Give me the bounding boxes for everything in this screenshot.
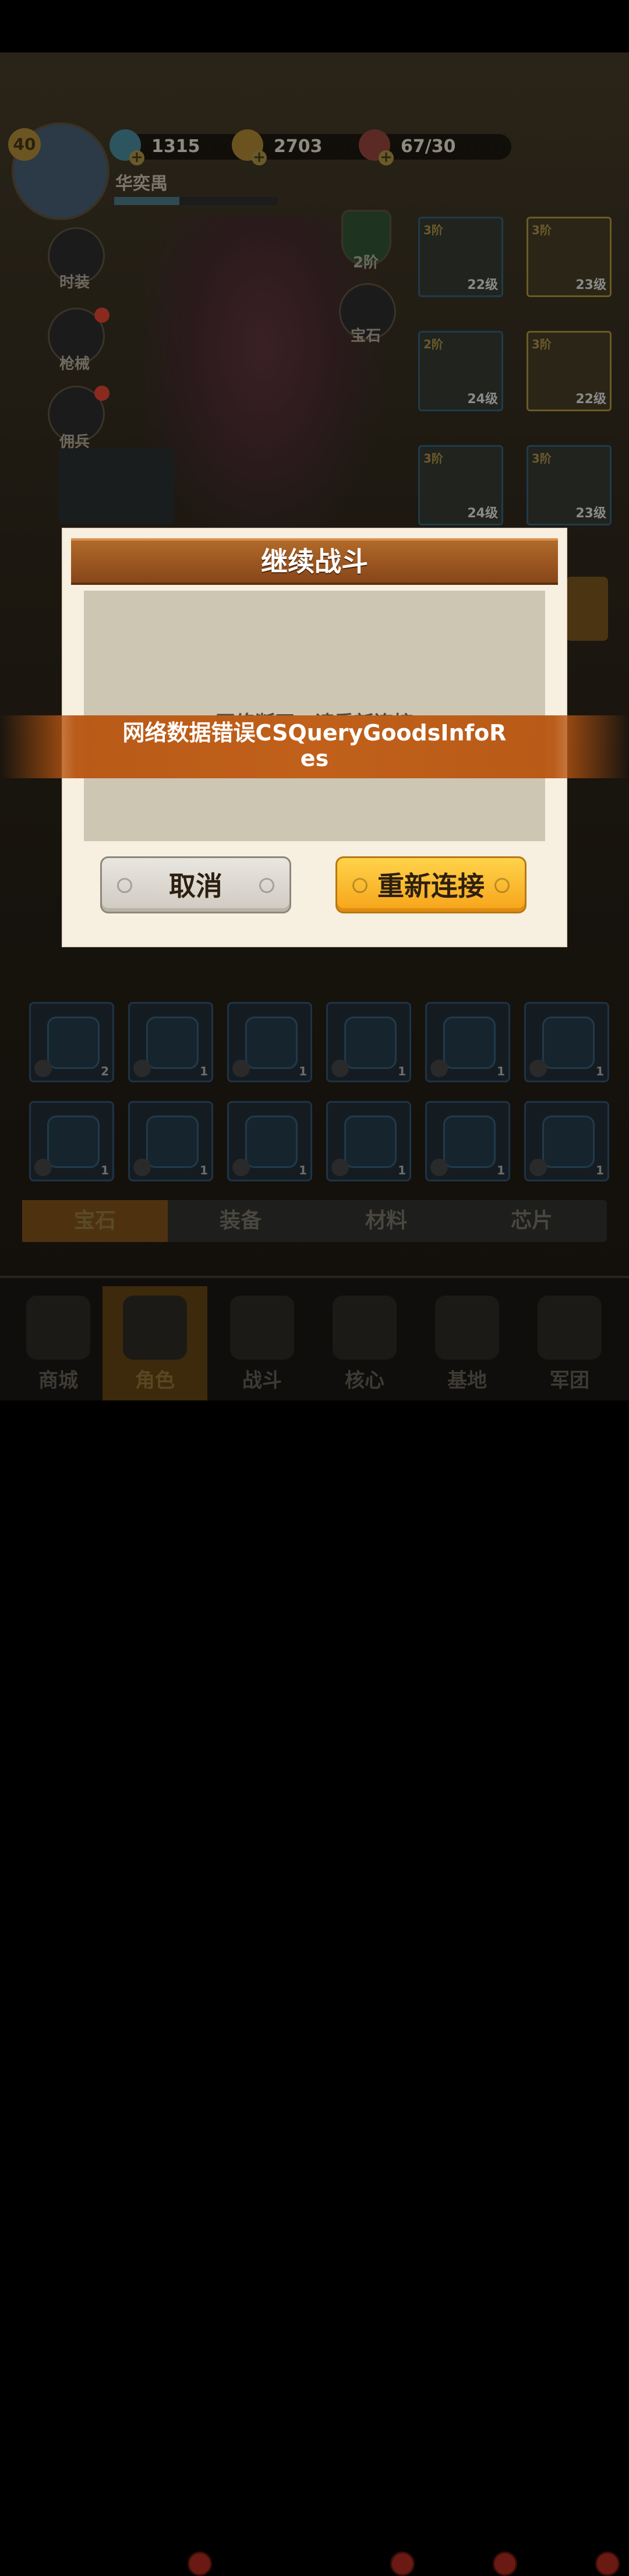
core-icon [333,1296,397,1360]
equip-helmet[interactable]: 3阶 22级 [418,217,503,297]
legion-alert-badge [595,2552,620,2576]
equip-boots[interactable]: 3阶 24级 [418,445,503,525]
dialog-header: 继续战斗 [71,538,558,585]
error-toast: 网络数据错误CSQueryGoodsInfoRes [0,715,629,778]
error-toast-text: 网络数据错误CSQueryGoodsInfoRes [122,720,507,771]
equip-armor[interactable]: 2阶 24级 [418,331,503,411]
nav-legion[interactable]: 军团 [517,1286,622,1400]
nav-base[interactable]: 基地 [415,1286,520,1400]
button-deco-icon [259,878,274,893]
add-stamina-button[interactable]: + [379,150,394,165]
inventory-item[interactable]: 1 [128,1002,213,1082]
nav-shop[interactable]: 商城 [6,1286,111,1400]
bottom-navigation: 商城 角色 战斗 核心 基地 军团 [0,1276,629,2576]
reconnect-button[interactable]: 重新连接 [335,856,526,913]
nav-core[interactable]: 核心 [312,1286,417,1400]
inventory-item[interactable]: 2 [29,1002,114,1082]
base-icon [435,1296,499,1360]
base-alert-badge [493,2552,517,2576]
inventory-row-2: 1 1 1 1 1 1 [29,1101,609,1183]
button-deco-icon [117,878,132,893]
inventory-item[interactable]: 1 [29,1101,114,1181]
tab-equipment[interactable]: 装备 [168,1200,313,1242]
nav-battle[interactable]: 战斗 [210,1286,314,1400]
character-icon [123,1296,187,1360]
inventory-item[interactable]: 1 [326,1002,411,1082]
side-orange-panel [566,577,608,641]
storage-crate [58,449,175,524]
player-level-badge: 40 [8,128,41,161]
legion-icon [538,1296,602,1360]
tab-chips[interactable]: 芯片 [459,1200,605,1242]
cancel-button-label: 取消 [169,870,222,902]
reconnect-button-label: 重新连接 [377,870,485,902]
equip-pants[interactable]: 3阶 22级 [526,331,612,411]
category-tab-bar: 宝石 装备 材料 芯片 [22,1200,607,1242]
mercenary-alert-dot [94,386,109,401]
shop-icon [26,1296,90,1360]
equip-gloves[interactable]: 3阶 23级 [526,445,612,525]
tab-materials[interactable]: 材料 [313,1200,459,1242]
inventory-item[interactable]: 1 [425,1101,510,1181]
add-coins-button[interactable]: + [252,150,267,165]
dialog-title: 继续战斗 [261,546,368,577]
add-gems-button[interactable]: + [129,150,144,165]
gem-menu-label: 宝石 [350,327,381,345]
nav-character[interactable]: 角色 [103,1286,207,1400]
battle-icon [230,1296,294,1360]
status-bar [0,0,629,52]
inventory-item[interactable]: 1 [227,1101,312,1181]
inventory-row-1: 2 1 1 1 1 1 [29,1002,609,1084]
inventory-item[interactable]: 1 [524,1101,609,1181]
tab-gems[interactable]: 宝石 [22,1200,168,1242]
inventory-item[interactable]: 1 [524,1002,609,1082]
inventory-item[interactable]: 1 [128,1101,213,1181]
inventory-item[interactable]: 1 [425,1002,510,1082]
button-deco-icon [352,878,367,893]
inventory-item[interactable]: 1 [326,1101,411,1181]
rank-label: 2阶 [352,254,379,271]
character-alert-badge [188,2552,212,2576]
player-name: 华奕禺 [115,174,168,194]
inventory-item[interactable]: 1 [227,1002,312,1082]
weapon-alert-dot [94,308,109,323]
button-deco-icon [494,878,510,893]
equip-gauntlet[interactable]: 3阶 23级 [526,217,612,297]
cancel-button[interactable]: 取消 [100,856,291,913]
core-alert-badge [390,2552,415,2576]
costume-label: 时装 [59,274,90,291]
exp-bar [114,197,277,205]
weapon-label: 枪械 [59,355,90,373]
